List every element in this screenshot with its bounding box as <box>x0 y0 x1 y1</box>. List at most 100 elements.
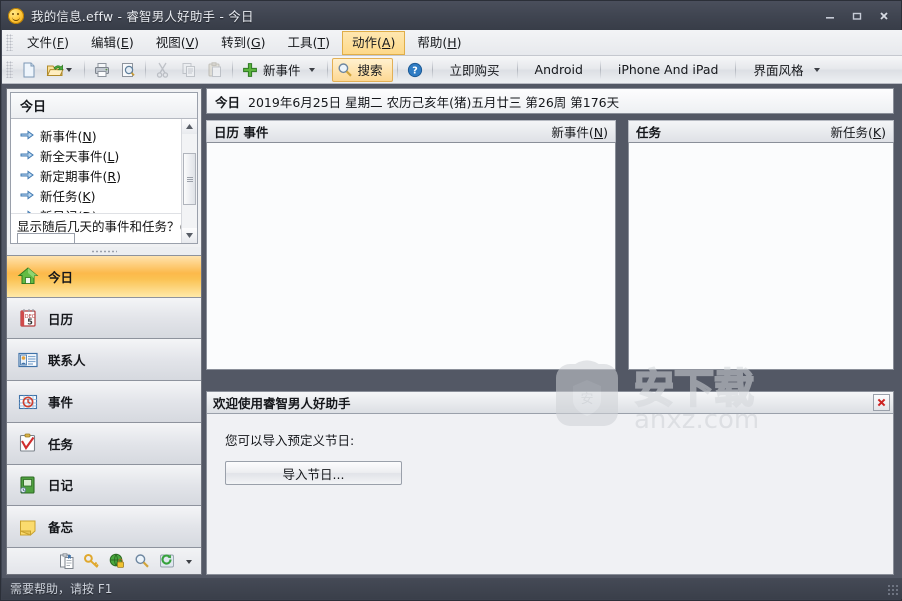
toolbar-drag-grip[interactable] <box>6 61 13 78</box>
magnifier-icon[interactable] <box>133 552 151 570</box>
menu-help[interactable]: 帮助(H) <box>407 31 471 55</box>
upcoming-days-input[interactable] <box>17 233 75 243</box>
today-panel-scrollbar[interactable] <box>181 119 197 243</box>
sidebar: 今日 新事件(N) 新全天事件(L) 新定期事件(R) 新任务(K) 显示随后几… <box>6 88 202 575</box>
new-button[interactable] <box>16 58 42 82</box>
print-preview-icon <box>119 61 137 79</box>
svg-text:?: ? <box>412 65 418 76</box>
sidebar-item-label: 任务 <box>48 436 74 452</box>
sidebar-splitter[interactable] <box>7 247 201 255</box>
menu-view[interactable]: 视图(V) <box>146 31 209 55</box>
panel-row: 日历 事件 新事件(N) 任务 新任务(K) <box>206 120 894 370</box>
toolbar-separator <box>84 60 85 79</box>
welcome-panel-header: 欢迎使用睿智男人好助手 <box>207 392 893 414</box>
sidebar-footer-toolbar <box>7 548 201 574</box>
menu-file[interactable]: 文件(F) <box>17 31 79 55</box>
content-area: 今日 新事件(N) 新全天事件(L) 新定期事件(R) 新任务(K) 显示随后几… <box>2 84 902 579</box>
today-link-label: 新任务(K) <box>40 188 96 204</box>
sidebar-item-events[interactable]: 事件 <box>7 381 201 423</box>
sidebar-item-today[interactable]: 今日 <box>7 256 201 298</box>
sidebar-item-tasks[interactable]: 任务 <box>7 422 201 465</box>
buy-now-button[interactable]: 立即购买 <box>437 58 513 82</box>
today-panel-body: 新事件(N) 新全天事件(L) 新定期事件(R) 新任务(K) 显示随后几天的事… <box>11 119 197 243</box>
arrow-right-icon <box>20 129 34 141</box>
copy-icon <box>180 61 198 79</box>
minimize-button[interactable] <box>816 5 843 27</box>
buy-now-label: 立即购买 <box>449 63 500 78</box>
help-circle-icon: ? <box>406 61 424 79</box>
event-icon <box>17 391 39 413</box>
scroll-down-arrow-icon[interactable] <box>182 228 197 243</box>
sidebar-nav-list: 今日 DEC 5 日历 联系人 事件 任务 日记 备忘 <box>7 255 201 549</box>
home-icon <box>17 265 39 287</box>
copy-button <box>176 58 202 82</box>
today-link-label: 新定期事件(R) <box>40 168 121 184</box>
today-link-new-event[interactable]: 新事件(N) <box>11 125 197 145</box>
cut-button <box>150 58 176 82</box>
print-icon <box>93 61 111 79</box>
android-label: Android <box>534 62 583 77</box>
scroll-up-arrow-icon[interactable] <box>182 119 197 134</box>
refresh-icon[interactable] <box>158 552 176 570</box>
today-link-new-recurring-event[interactable]: 新定期事件(R) <box>11 165 197 185</box>
main-pane: 今日 2019年6月25日 星期二 农历己亥年(猪)五月廿三 第26周 第176… <box>206 88 894 575</box>
paste-button <box>202 58 228 82</box>
toolbar-separator <box>232 60 233 79</box>
menu-drag-grip[interactable] <box>6 34 13 51</box>
new-event-button[interactable]: 新事件 <box>237 58 323 82</box>
new-task-link[interactable]: 新任务(K) <box>831 122 887 141</box>
toolbar-separator <box>326 60 328 79</box>
smiley-icon <box>8 7 24 24</box>
close-button[interactable] <box>870 5 897 27</box>
tasks-panel-title: 任务 <box>636 125 662 140</box>
menu-edit[interactable]: 编辑(E) <box>81 31 144 55</box>
menu-bar: 文件(F) 编辑(E) 视图(V) 转到(G) 工具(T) 动作(A) 帮助(H… <box>2 30 902 56</box>
new-event-link[interactable]: 新事件(N) <box>551 122 608 141</box>
new-document-icon <box>20 61 38 79</box>
contacts-icon <box>17 349 39 371</box>
today-link-new-task[interactable]: 新任务(K) <box>11 185 197 205</box>
iphone-ipad-label: iPhone And iPad <box>617 62 719 77</box>
toolbar-separator <box>516 60 518 79</box>
iphone-ipad-button[interactable]: iPhone And iPad <box>605 58 732 82</box>
open-dropdown-caret[interactable] <box>66 68 72 72</box>
clipboard-icon[interactable] <box>58 552 76 570</box>
close-icon[interactable] <box>873 394 890 411</box>
main-toolbar: 新事件 搜索 ? 立即购买 Android iPhone And iPad 界面… <box>2 56 902 84</box>
sidebar-item-calendar[interactable]: DEC 5 日历 <box>7 297 201 340</box>
globe-lock-icon[interactable] <box>108 552 126 570</box>
menu-tools[interactable]: 工具(T) <box>278 31 340 55</box>
android-button[interactable]: Android <box>522 58 596 82</box>
maximize-button[interactable] <box>843 5 870 27</box>
open-button[interactable] <box>42 58 80 82</box>
paste-icon <box>206 61 224 79</box>
print-button[interactable] <box>89 58 115 82</box>
import-holidays-button[interactable]: 导入节日... <box>225 461 402 485</box>
today-link-new-allday-event[interactable]: 新全天事件(L) <box>11 145 197 165</box>
welcome-panel: 欢迎使用睿智男人好助手 您可以导入预定义节日: 导入节日... <box>206 391 894 575</box>
today-shortcut-panel: 今日 新事件(N) 新全天事件(L) 新定期事件(R) 新任务(K) 显示随后几… <box>10 92 198 244</box>
skin-button[interactable]: 界面风格 <box>740 58 828 82</box>
task-checklist-icon <box>17 432 39 454</box>
menu-actions[interactable]: 动作(A) <box>341 30 406 55</box>
window-controls <box>816 1 897 30</box>
tasks-list[interactable] <box>628 142 894 370</box>
menu-goto[interactable]: 转到(G) <box>211 31 275 55</box>
help-button[interactable]: ? <box>402 58 428 82</box>
sidebar-item-contacts[interactable]: 联系人 <box>7 339 201 382</box>
sidebar-item-memo[interactable]: 备忘 <box>7 506 201 549</box>
print-preview-button[interactable] <box>115 58 141 82</box>
sidebar-item-label: 日记 <box>48 478 74 494</box>
skin-dropdown-caret[interactable] <box>814 68 821 72</box>
key-icon[interactable] <box>83 552 101 570</box>
chevron-down-icon[interactable] <box>183 552 195 570</box>
date-bar: 今日 2019年6月25日 星期二 农历己亥年(猪)五月廿三 第26周 第176… <box>206 88 894 114</box>
welcome-text: 您可以导入预定义节日: <box>225 433 355 448</box>
resize-grip[interactable] <box>887 584 899 596</box>
search-button[interactable]: 搜索 <box>331 57 393 82</box>
calendar-events-list[interactable] <box>206 142 616 370</box>
sidebar-item-journal[interactable]: 日记 <box>7 464 201 507</box>
open-folder-icon <box>46 61 64 79</box>
scrollbar-thumb[interactable] <box>183 153 196 205</box>
new-event-dropdown-caret[interactable] <box>308 68 315 72</box>
